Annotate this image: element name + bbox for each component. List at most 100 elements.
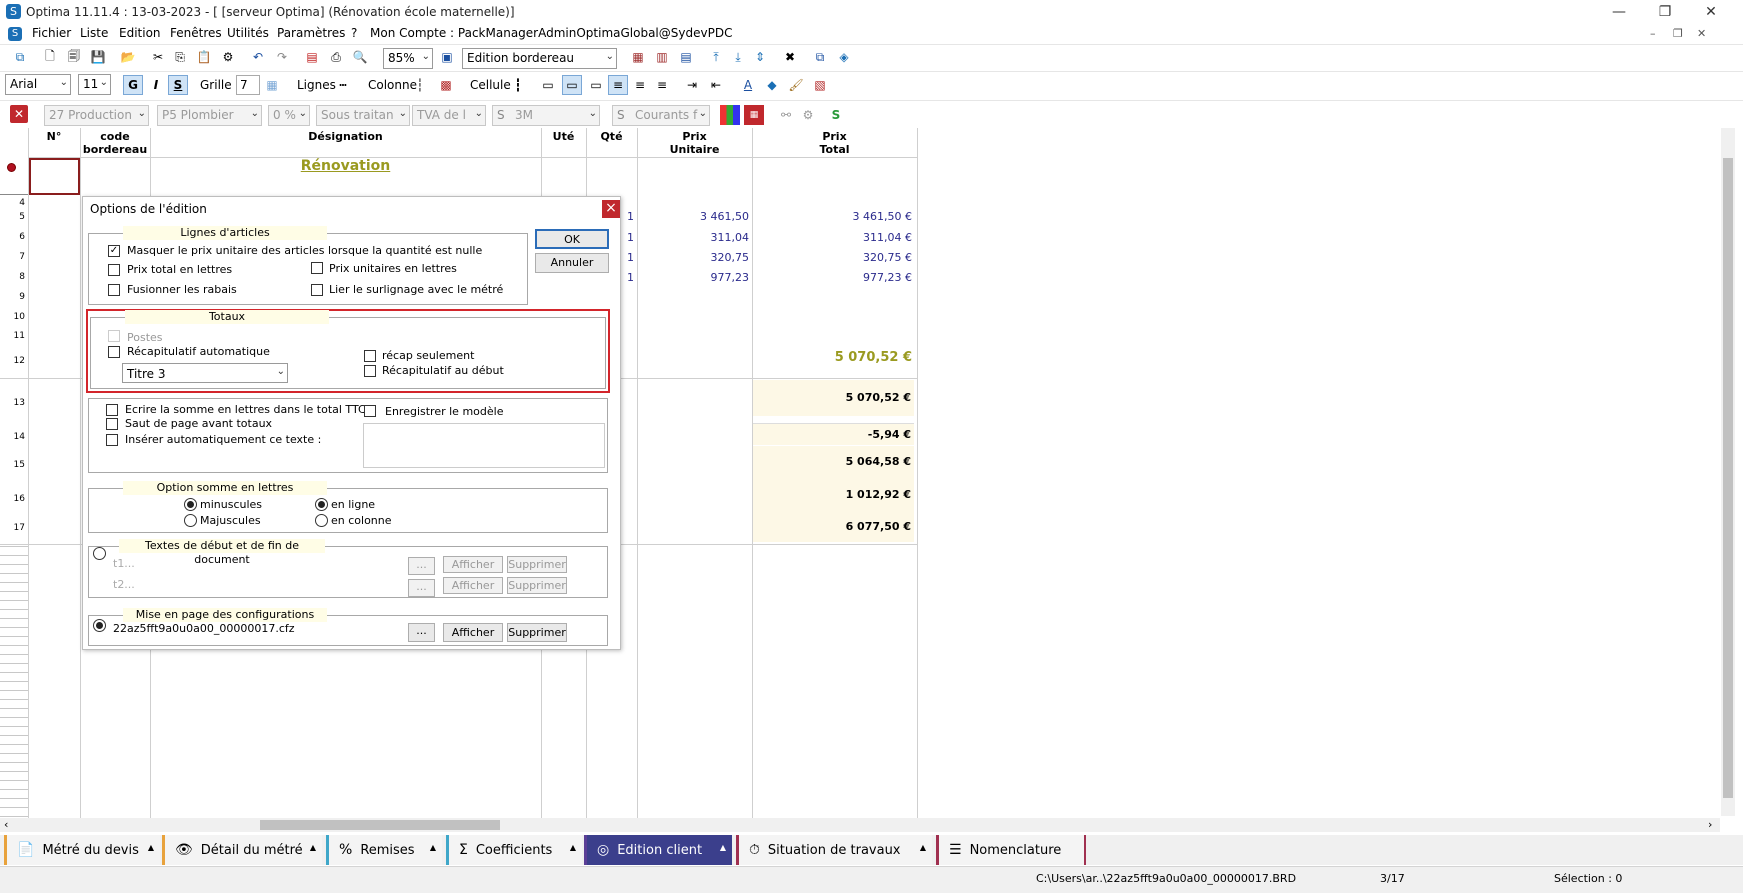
header-pt[interactable]: Prix Total <box>752 128 917 158</box>
align-right-icon[interactable]: ≡ <box>652 75 672 95</box>
header-ute[interactable]: Uté <box>541 128 586 158</box>
inserer-checkbox[interactable] <box>106 434 118 446</box>
tools-icon[interactable]: ✖ <box>780 47 800 67</box>
layout-icon[interactable]: ▣ <box>437 47 457 67</box>
menu-fichier[interactable]: Fichier <box>32 26 71 40</box>
header-code[interactable]: code bordereau <box>80 128 150 158</box>
gear-icon[interactable]: ⚙ <box>798 105 818 125</box>
header-num[interactable]: N° <box>28 128 80 158</box>
row-number[interactable]: 5 <box>0 212 27 222</box>
courants-select[interactable]: S Courants f ⌄ <box>612 105 710 126</box>
row-number[interactable]: 11 <box>0 331 27 341</box>
move-bottom-icon[interactable]: ⤓ <box>728 47 748 67</box>
row-number[interactable]: 14 <box>0 432 27 442</box>
close-window-button[interactable]: ✕ <box>1696 2 1726 22</box>
zoom-select[interactable]: 85% ⌄ <box>383 48 433 69</box>
t1-afficher-button[interactable]: Afficher <box>443 556 503 573</box>
cell-style-icon[interactable]: ┇ <box>508 75 528 95</box>
tab-remises[interactable]: % Remises ▲ <box>326 835 442 865</box>
total-net[interactable]: 5 064,58 € <box>753 446 914 478</box>
bold-button[interactable]: G <box>123 75 143 95</box>
mode-select[interactable]: Edition bordereau ⌄ <box>462 48 617 69</box>
border-top-icon[interactable]: ▭ <box>538 75 558 95</box>
cell-pt[interactable]: 311,04 € <box>752 231 912 244</box>
titre-select[interactable]: Titre 3 ⌄ <box>122 363 288 383</box>
copy-doc-icon[interactable]: 🗐 <box>64 47 84 67</box>
t1-browse-button[interactable]: ... <box>408 557 435 575</box>
total-remise[interactable]: -5,94 € <box>753 423 914 445</box>
row-number[interactable]: 13 <box>0 398 27 408</box>
brush-icon[interactable]: 🖌 <box>786 75 806 95</box>
tab-coefficients[interactable]: Σ Coefficients ▲ <box>446 835 582 865</box>
mdi-minimize-icon[interactable]: – <box>1650 27 1656 40</box>
refresh-logo-icon[interactable]: S <box>826 105 846 125</box>
save-icon[interactable]: 💾 <box>88 47 108 67</box>
section-title[interactable]: Rénovation <box>150 158 541 178</box>
recap-debut-checkbox[interactable] <box>364 365 376 377</box>
align-left-icon[interactable]: ≡ <box>608 75 628 95</box>
unit-select[interactable]: S 3M ⌄ <box>492 105 600 126</box>
cut-icon[interactable]: ✂ <box>148 47 168 67</box>
row-number[interactable]: 16 <box>0 494 27 504</box>
row-number[interactable]: 7 <box>0 252 27 262</box>
format-clear-icon[interactable]: ▧ <box>810 75 830 95</box>
duplicate-icon[interactable]: ⧉ <box>810 47 830 67</box>
percent-select[interactable]: 0 % ⌄ <box>268 105 310 126</box>
restore-button[interactable]: ❐ <box>1650 2 1680 22</box>
link-icon[interactable]: ⚯ <box>776 105 796 125</box>
font-select[interactable]: Arial ⌄ <box>5 74 71 95</box>
plombier-select[interactable]: P5 Plombier ⌄ <box>157 105 262 126</box>
menu-account[interactable]: Mon Compte : PackManagerAdminOptimaGloba… <box>370 26 732 40</box>
subtotal-value[interactable]: 5 070,52 € <box>752 350 912 365</box>
grille-input[interactable]: 7 <box>236 75 260 95</box>
redo-icon[interactable]: ↷ <box>272 47 292 67</box>
en-ligne-radio[interactable] <box>315 498 328 511</box>
horizontal-scrollbar[interactable]: ‹ › <box>0 818 1720 832</box>
t2-supprimer-button[interactable]: Supprimer <box>507 577 567 594</box>
tab-metre-devis[interactable]: 📄 Métré du devis ▲ <box>4 835 160 865</box>
recap-auto-checkbox[interactable] <box>108 346 120 358</box>
sous-traitant-select[interactable]: Sous traitan ⌄ <box>316 105 410 126</box>
tab-detail-metre[interactable]: 👁 Détail du métré ▲ <box>162 835 322 865</box>
cell-pu[interactable]: 3 461,50 <box>637 210 749 223</box>
t2-afficher-button[interactable]: Afficher <box>443 577 503 594</box>
row-number[interactable]: 4 <box>0 198 27 208</box>
cell-pt[interactable]: 3 461,50 € <box>752 210 912 223</box>
total-ht[interactable]: 5 070,52 € <box>753 380 914 416</box>
mdi-restore-icon[interactable]: ❐ <box>1673 27 1683 40</box>
new-icon[interactable]: 🗋 <box>40 47 60 67</box>
cancel-button[interactable]: Annuler <box>535 253 609 273</box>
column-style-icon[interactable]: ┆ <box>410 75 430 95</box>
menu-parametres[interactable]: Paramètres <box>277 26 345 40</box>
print-icon[interactable]: ⎙ <box>326 47 346 67</box>
total-tva[interactable]: 1 012,92 € <box>753 478 914 512</box>
font-color-icon[interactable]: A <box>738 75 758 95</box>
t2-browse-button[interactable]: ... <box>408 579 435 597</box>
menu-utilites[interactable]: Utilités <box>227 26 269 40</box>
menu-help[interactable]: ? <box>351 26 357 40</box>
enregistrer-checkbox[interactable] <box>364 405 376 417</box>
align-center-icon[interactable]: ≡ <box>630 75 650 95</box>
row-number[interactable]: 9 <box>0 292 27 302</box>
line-style-icon[interactable]: ┅ <box>333 75 353 95</box>
saut-checkbox[interactable] <box>106 418 118 430</box>
undo-icon[interactable]: ↶ <box>248 47 268 67</box>
minimize-button[interactable]: — <box>1604 2 1634 22</box>
majuscules-radio[interactable] <box>184 514 197 527</box>
columns-icon[interactable]: ▥ <box>652 47 672 67</box>
tab-edition-client[interactable]: ◎ Edition client ▲ <box>584 835 732 865</box>
mise-supprimer-button[interactable]: Supprimer <box>507 623 567 642</box>
dialog-close-button[interactable]: × <box>602 200 620 218</box>
paste-icon[interactable]: 📋 <box>194 47 214 67</box>
total-ttc[interactable]: 6 077,50 € <box>753 512 914 542</box>
header-qte[interactable]: Qté <box>586 128 637 158</box>
indent-icon[interactable]: ⇥ <box>682 75 702 95</box>
recap-seulement-checkbox[interactable] <box>364 350 376 362</box>
scroll-left-icon[interactable]: ‹ <box>4 818 8 831</box>
row-number[interactable]: 17 <box>0 523 27 533</box>
ecrire-checkbox[interactable] <box>106 404 118 416</box>
row-number[interactable]: 15 <box>0 460 27 470</box>
t1-supprimer-button[interactable]: Supprimer <box>507 556 567 573</box>
paste-special-icon[interactable]: ⚙ <box>218 47 238 67</box>
move-top-icon[interactable]: ⤒ <box>706 47 726 67</box>
